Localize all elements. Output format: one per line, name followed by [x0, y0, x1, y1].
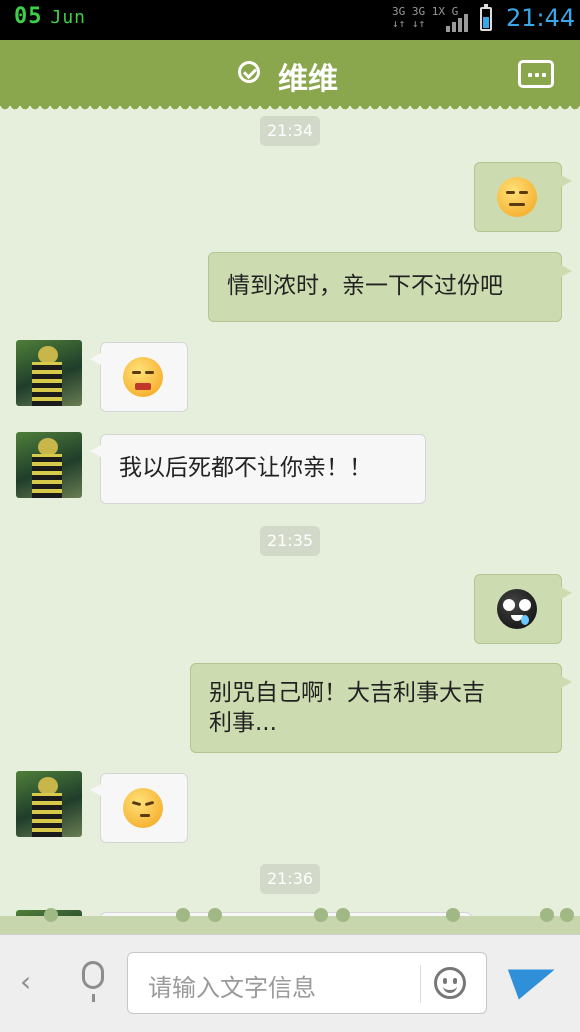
smirk-emoji-icon — [497, 177, 537, 217]
glare-emoji-icon — [123, 788, 163, 828]
verified-check-icon — [238, 61, 260, 83]
chevron-left-icon[interactable]: ‹ — [20, 965, 31, 998]
contact-avatar[interactable] — [16, 340, 82, 406]
message-input[interactable]: 请输入文字信息 — [127, 952, 487, 1014]
chat-header: 维维 — [0, 40, 580, 113]
timestamp: 21:36 — [260, 864, 320, 894]
outgoing-message[interactable]: 别咒自己啊！大吉利事大吉 利事... — [190, 663, 572, 753]
microphone-icon[interactable] — [82, 961, 104, 1002]
timestamp: 21:35 — [260, 526, 320, 556]
message-text: 我以后死都不让你亲！！ — [119, 455, 372, 481]
message-text-line2: 利事... — [209, 710, 277, 736]
outgoing-message[interactable]: 情到浓时，亲一下不过份吧 — [208, 252, 572, 322]
message-text: 情到浓时，亲一下不过份吧 — [227, 273, 503, 299]
status-time: 21:44 — [506, 4, 576, 32]
contact-avatar[interactable] — [16, 432, 82, 498]
status-date: 05 Jun — [14, 4, 87, 29]
divider — [420, 965, 421, 1003]
timestamp: 21:34 — [260, 116, 320, 146]
incoming-emoji-message[interactable] — [90, 773, 188, 843]
black-sweat-emoji-icon — [497, 589, 537, 629]
crying-emoji-icon — [123, 357, 163, 397]
outgoing-emoji-message[interactable] — [474, 162, 572, 232]
scenery-decoration — [0, 894, 580, 934]
outgoing-emoji-message[interactable] — [474, 574, 572, 644]
message-input-placeholder: 请输入文字信息 — [148, 974, 316, 1002]
input-bar: ‹ 请输入文字信息 — [0, 934, 580, 1032]
chat-title: 维维 — [278, 62, 338, 97]
message-text-line1: 别咒自己啊！大吉利事大吉 — [209, 680, 485, 706]
status-bar: 05 Jun 3G 3G 1X G ↓↑ ↓↑ 21:44 — [0, 0, 580, 40]
send-icon[interactable] — [507, 954, 561, 1000]
chat-area[interactable]: 21:34 情到浓时，亲一下不过份吧 我以后死都不让你亲！！ 21:35 别咒自… — [0, 106, 580, 934]
more-options-icon[interactable] — [518, 60, 554, 88]
incoming-emoji-message[interactable] — [90, 342, 188, 412]
emoji-icon[interactable] — [434, 967, 466, 999]
contact-avatar[interactable] — [16, 771, 82, 837]
incoming-message[interactable]: 我以后死都不让你亲！！ — [90, 434, 426, 504]
battery-icon — [480, 4, 492, 31]
signal-icon — [446, 12, 468, 32]
